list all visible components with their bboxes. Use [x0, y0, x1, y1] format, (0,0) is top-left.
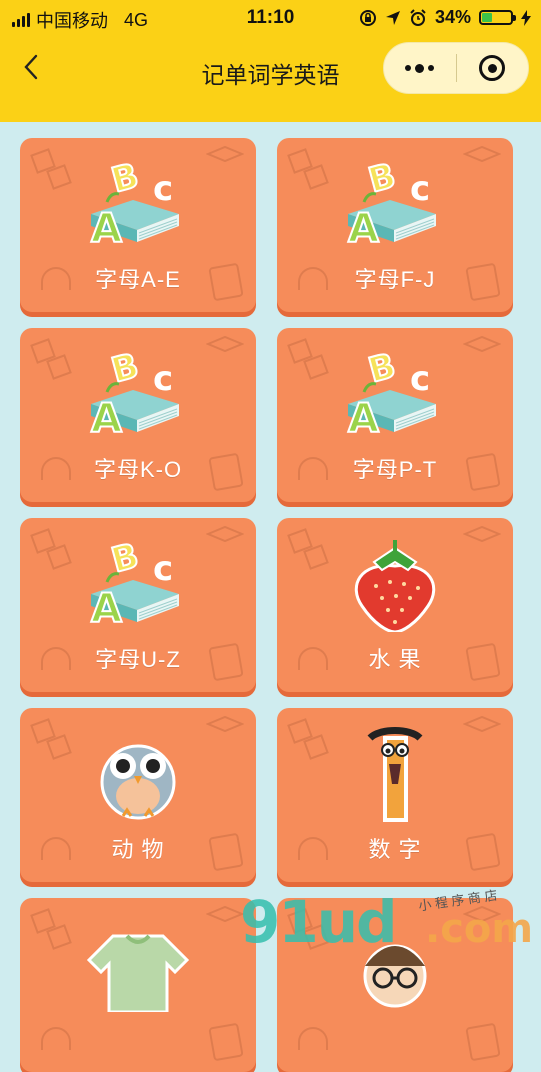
battery-icon	[479, 10, 516, 25]
grad-cap-decor-icon	[463, 525, 501, 543]
svg-text:c: c	[153, 169, 173, 209]
number-one-icon	[340, 726, 450, 822]
svg-text:A: A	[348, 206, 379, 252]
status-right: 34%	[359, 7, 531, 28]
svg-text:c: c	[410, 169, 430, 209]
book-decor-icon	[208, 1023, 244, 1061]
grad-cap-decor-icon	[206, 525, 244, 543]
category-label: 水 果	[368, 647, 422, 672]
mini-program-capsule	[383, 42, 529, 94]
category-label: 字母F-J	[354, 267, 436, 292]
app-header: 中国移动 4G 11:10 34% 记单词学英语	[0, 0, 541, 122]
grad-cap-decor-icon	[463, 145, 501, 163]
watermark-brand: 91ud	[240, 888, 398, 956]
svg-text:A: A	[91, 396, 122, 442]
category-label: 数 字	[368, 837, 422, 862]
svg-text:A: A	[91, 206, 122, 252]
category-card[interactable]: A B c 字母U-Z	[20, 518, 256, 692]
category-card[interactable]: A B c 字母A-E	[20, 138, 256, 312]
location-arrow-icon	[385, 10, 400, 25]
category-card[interactable]: 动 物	[20, 708, 256, 882]
sweater-icon	[83, 916, 193, 1014]
abc-blocks-decor-icon	[287, 338, 329, 380]
grad-cap-decor-icon	[463, 715, 501, 733]
abc-book-icon: A B c	[340, 345, 450, 443]
category-card[interactable]: 数 字	[277, 708, 513, 882]
grad-cap-decor-icon	[206, 145, 244, 163]
abc-blocks-decor-icon	[30, 148, 72, 190]
rotation-lock-icon	[359, 9, 376, 26]
abc-blocks-decor-icon	[30, 908, 72, 950]
grad-cap-decor-icon	[206, 715, 244, 733]
headphones-decor-icon	[298, 1027, 328, 1050]
nav-bar: 记单词学英语	[0, 36, 541, 102]
svg-text:c: c	[153, 359, 173, 399]
grad-cap-decor-icon	[206, 905, 244, 923]
charging-icon	[521, 9, 531, 26]
more-button[interactable]	[384, 43, 456, 93]
abc-book-icon: A B c	[83, 345, 193, 443]
category-label: 动 物	[111, 837, 165, 862]
headphones-decor-icon	[41, 1027, 71, 1050]
svg-text:A: A	[91, 586, 122, 632]
abc-book-icon: A B c	[83, 155, 193, 253]
target-close-icon	[479, 55, 506, 81]
abc-blocks-decor-icon	[287, 148, 329, 190]
more-dots-icon	[405, 63, 435, 73]
book-decor-icon	[465, 1023, 501, 1061]
abc-book-icon: A B c	[83, 535, 193, 633]
category-label: 字母P-T	[352, 457, 438, 482]
alarm-icon	[410, 8, 426, 26]
category-card[interactable]: A B c 字母F-J	[277, 138, 513, 312]
category-card[interactable]: A B c 字母K-O	[20, 328, 256, 502]
abc-blocks-decor-icon	[287, 718, 329, 760]
abc-blocks-decor-icon	[30, 528, 72, 570]
category-label: 字母U-Z	[95, 647, 181, 672]
svg-text:c: c	[153, 549, 173, 589]
svg-text:A: A	[348, 396, 379, 442]
abc-book-icon: A B c	[340, 155, 450, 253]
watermark: 91ud .com 小 程 序 商 店	[240, 888, 534, 960]
strawberry-icon	[340, 536, 450, 634]
watermark-tld: .com	[425, 906, 534, 952]
owl-icon	[83, 726, 193, 822]
svg-text:c: c	[410, 359, 430, 399]
abc-blocks-decor-icon	[30, 718, 72, 760]
battery-percent: 34%	[434, 7, 471, 27]
grad-cap-decor-icon	[463, 335, 501, 353]
category-label: 字母K-O	[93, 457, 183, 482]
category-card[interactable]: 水 果	[277, 518, 513, 692]
category-card[interactable]: A B c 字母P-T	[277, 328, 513, 502]
grad-cap-decor-icon	[206, 335, 244, 353]
abc-blocks-decor-icon	[30, 338, 72, 380]
status-bar: 中国移动 4G 11:10 34%	[0, 0, 541, 36]
abc-blocks-decor-icon	[287, 528, 329, 570]
category-label: 字母A-E	[95, 267, 181, 292]
category-card[interactable]	[20, 898, 256, 1072]
close-button[interactable]	[457, 43, 529, 93]
